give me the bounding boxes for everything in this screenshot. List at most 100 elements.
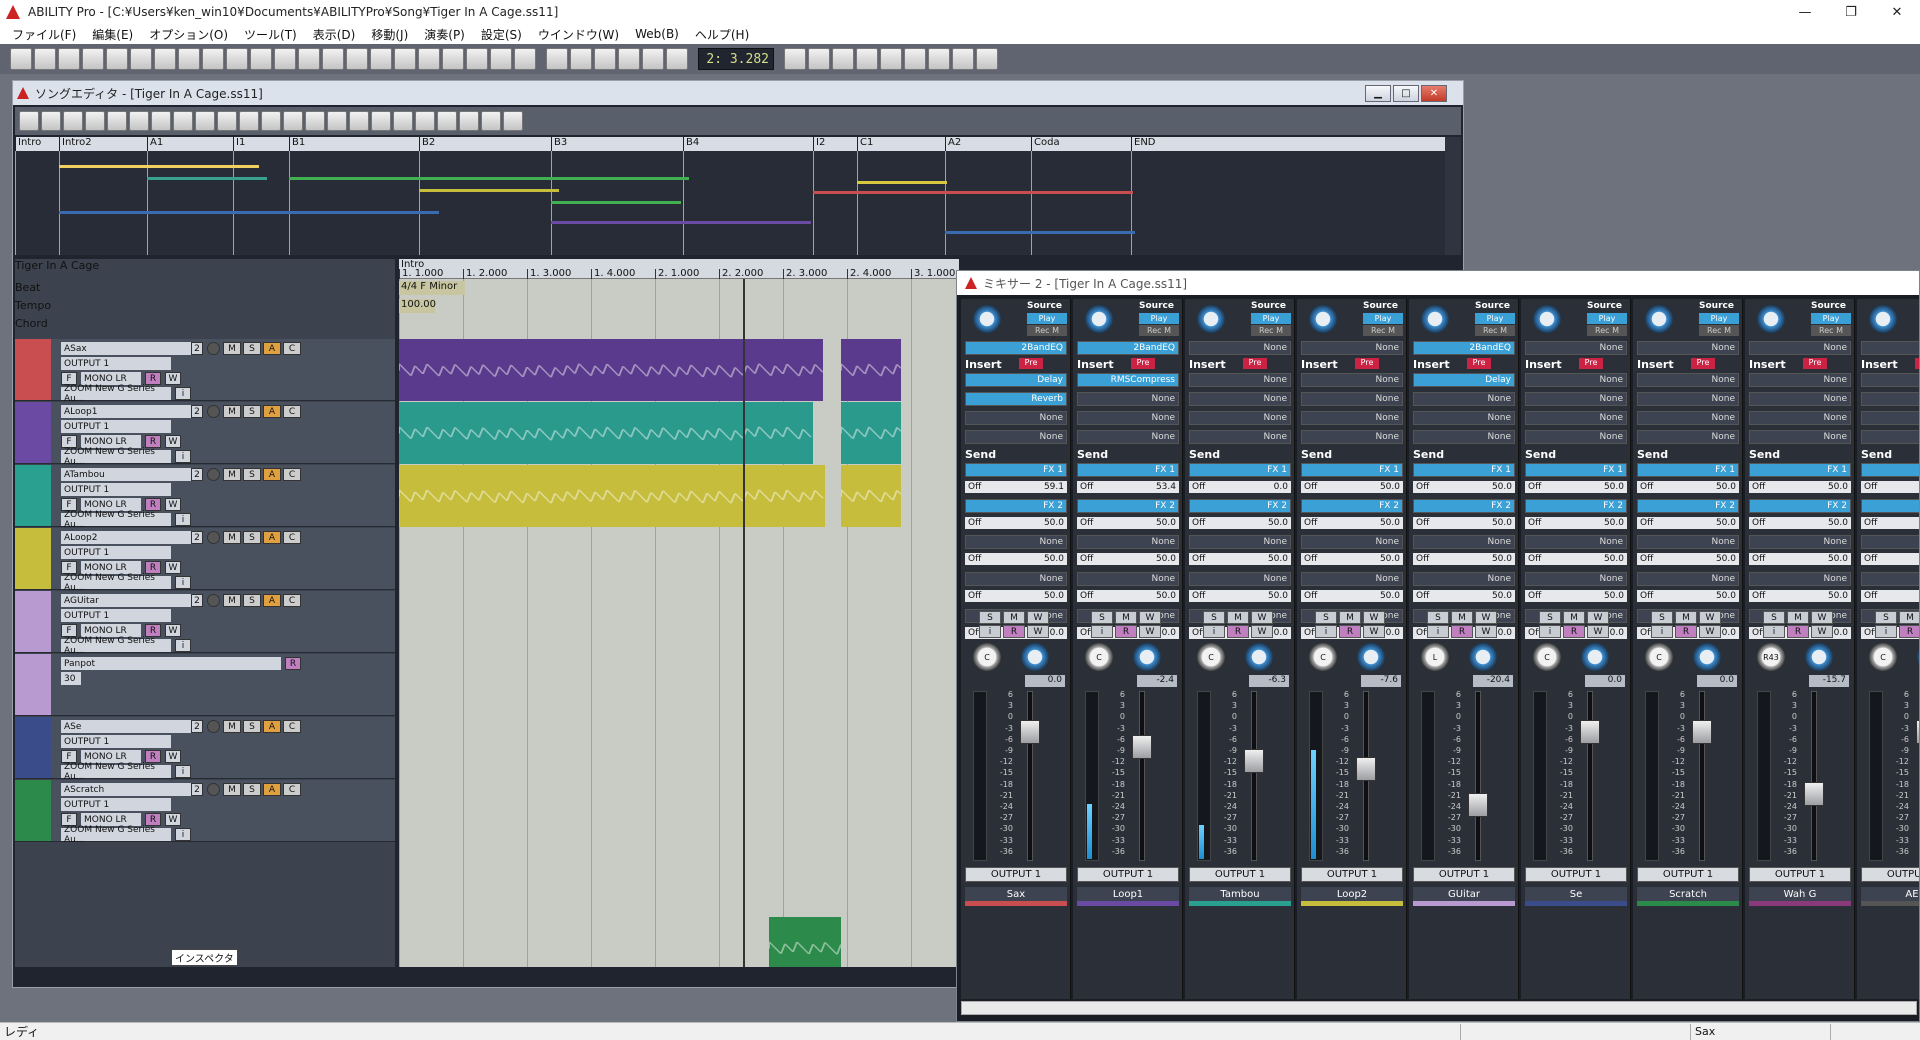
track-c-button[interactable]: C <box>283 594 301 607</box>
redo-tool-icon[interactable] <box>151 111 171 131</box>
send-section[interactable]: Send <box>1413 447 1515 461</box>
send-slot[interactable]: None <box>1077 535 1179 549</box>
w-button[interactable]: W <box>1139 611 1161 624</box>
marker-c1[interactable]: C1 <box>857 137 873 151</box>
menu-item[interactable]: 編集(E) <box>84 26 141 43</box>
r-automation-button[interactable]: R <box>1563 625 1585 638</box>
w-automation-button[interactable]: W <box>1475 625 1497 638</box>
panpot-automation-row[interactable]: Panpot R 30 <box>15 654 395 716</box>
rec-monitor-button[interactable]: Rec M <box>1139 325 1179 336</box>
r-automation-button[interactable]: R <box>1227 625 1249 638</box>
record-arm-button[interactable] <box>207 342 220 355</box>
send-fx2-level[interactable]: Off 50.0 <box>1077 517 1179 529</box>
menu-item[interactable]: 表示(D) <box>305 26 364 43</box>
split-tool-icon[interactable] <box>173 111 193 131</box>
send-fx1-slot[interactable]: FX 1 <box>965 463 1067 477</box>
menu-item[interactable]: Web(B) <box>627 27 687 41</box>
track-info-button[interactable]: i <box>175 450 191 463</box>
track-m-button[interactable]: M <box>223 594 241 607</box>
midi-icon[interactable] <box>904 48 926 70</box>
restore-icon[interactable]: ❐ <box>1828 0 1874 24</box>
s-button[interactable]: S <box>1651 611 1673 624</box>
view-icon[interactable] <box>784 48 806 70</box>
send-section[interactable]: Send <box>1525 447 1627 461</box>
mixer-icon[interactable] <box>250 48 272 70</box>
insert-slot[interactable]: Delay <box>1413 373 1515 387</box>
insert-pre-button[interactable]: Pre <box>1579 358 1603 369</box>
channel-name[interactable]: Wah G <box>1749 887 1851 901</box>
undo-tool-icon[interactable] <box>129 111 149 131</box>
insert-slot[interactable]: None <box>1189 430 1291 444</box>
m-button[interactable]: M <box>1899 611 1919 624</box>
paste-icon[interactable] <box>154 48 176 70</box>
send-fx1-slot[interactable]: FX 1 <box>1189 463 1291 477</box>
audio-clip[interactable] <box>841 402 901 464</box>
send-fx2-level[interactable]: Off 50.0 <box>1189 517 1291 529</box>
save-icon[interactable] <box>82 48 104 70</box>
track-port[interactable]: ZOOM New G Series Au... <box>61 447 171 467</box>
marker-i1[interactable]: I1 <box>233 137 245 151</box>
time-ruler[interactable]: Intro 1. 1.000 1. 2.000 1. 3.000 1. 4.000 2. … <box>399 259 959 279</box>
send-slot[interactable]: None <box>1525 572 1627 586</box>
staff-icon[interactable] <box>298 48 320 70</box>
track-add-tool-icon[interactable] <box>415 111 435 131</box>
s-button[interactable]: S <box>1539 611 1561 624</box>
pan-knob[interactable]: C <box>1533 643 1561 671</box>
play-button[interactable]: Play <box>1251 313 1291 324</box>
send-section[interactable]: Send <box>1861 447 1919 461</box>
panpot-read-button[interactable]: R <box>285 657 301 670</box>
send-fx2-slot[interactable]: FX 2 <box>1525 499 1627 513</box>
panpot-value[interactable]: 30 <box>61 672 81 685</box>
insert-slot[interactable]: None <box>1077 392 1179 406</box>
guitar-icon[interactable] <box>370 48 392 70</box>
send-level[interactable]: Off50.0 <box>1525 590 1627 602</box>
volume-knob[interactable] <box>1021 643 1049 671</box>
marker-b2[interactable]: B2 <box>419 137 435 151</box>
marker-b1[interactable]: B1 <box>289 137 305 151</box>
send-slot[interactable]: None <box>965 572 1067 586</box>
pencil-tool-icon[interactable] <box>85 111 105 131</box>
track-output[interactable]: OUTPUT 1 <box>61 483 171 496</box>
insert-slot[interactable]: None <box>1301 373 1403 387</box>
m-button[interactable]: M <box>1339 611 1361 624</box>
w-automation-button[interactable]: W <box>1363 625 1385 638</box>
tempo-icon[interactable] <box>418 48 440 70</box>
insert-slot[interactable]: None <box>1637 373 1739 387</box>
track-c-button[interactable]: C <box>283 720 301 733</box>
track-a-button[interactable]: A <box>263 531 281 544</box>
play-back-button[interactable] <box>594 48 616 70</box>
output-select[interactable]: OUTPUT 1 <box>1749 867 1851 882</box>
insert-slot[interactable]: None <box>1749 392 1851 406</box>
arrange-area[interactable]: Intro 1. 1.000 1. 2.000 1. 3.000 1. 4.000 2. … <box>399 259 959 967</box>
track-a-button[interactable]: A <box>263 405 281 418</box>
menu-item[interactable]: 設定(S) <box>473 26 530 43</box>
w-automation-button[interactable]: W <box>1139 625 1161 638</box>
s-button[interactable]: S <box>1315 611 1337 624</box>
insert-slot[interactable]: None <box>1749 430 1851 444</box>
track-port[interactable]: ZOOM New G Series Au... <box>61 762 171 782</box>
send-fx1-level[interactable]: Off 50.0 <box>1413 481 1515 493</box>
r-automation-button[interactable]: R <box>1339 625 1361 638</box>
send-fx1-slot[interactable]: FX 1 <box>1413 463 1515 477</box>
send-level[interactable]: Off50.0 <box>1413 553 1515 565</box>
track-c-button[interactable]: C <box>283 342 301 355</box>
insert-slot[interactable]: None <box>1749 411 1851 425</box>
track-a-button[interactable]: A <box>263 783 281 796</box>
send-level[interactable]: Off50.0 <box>1861 590 1919 602</box>
r-automation-button[interactable]: R <box>1899 625 1919 638</box>
i-automation-button[interactable]: i <box>1763 625 1785 638</box>
audio-icon[interactable] <box>880 48 902 70</box>
rec-monitor-button[interactable]: Rec M <box>1475 325 1515 336</box>
track-row[interactable]: AScratch 2 M S A C OUTPUT 1 F MONO LR R W ZOOM New … <box>15 780 395 845</box>
volume-knob[interactable] <box>1245 643 1273 671</box>
eq-slot[interactable]: None <box>1749 341 1851 355</box>
insert-slot[interactable]: None <box>965 430 1067 444</box>
play-button[interactable]: Play <box>1363 313 1403 324</box>
align-tool-icon[interactable] <box>327 111 347 131</box>
insert-pre-button[interactable]: Pre <box>1131 358 1155 369</box>
output-select[interactable]: OUTPUT 1 <box>1637 867 1739 882</box>
sync-icon[interactable] <box>808 48 830 70</box>
insert-slot[interactable]: Reverb <box>965 392 1067 406</box>
input-gain-knob[interactable] <box>973 305 1001 333</box>
send-level[interactable]: Off50.0 <box>1189 553 1291 565</box>
